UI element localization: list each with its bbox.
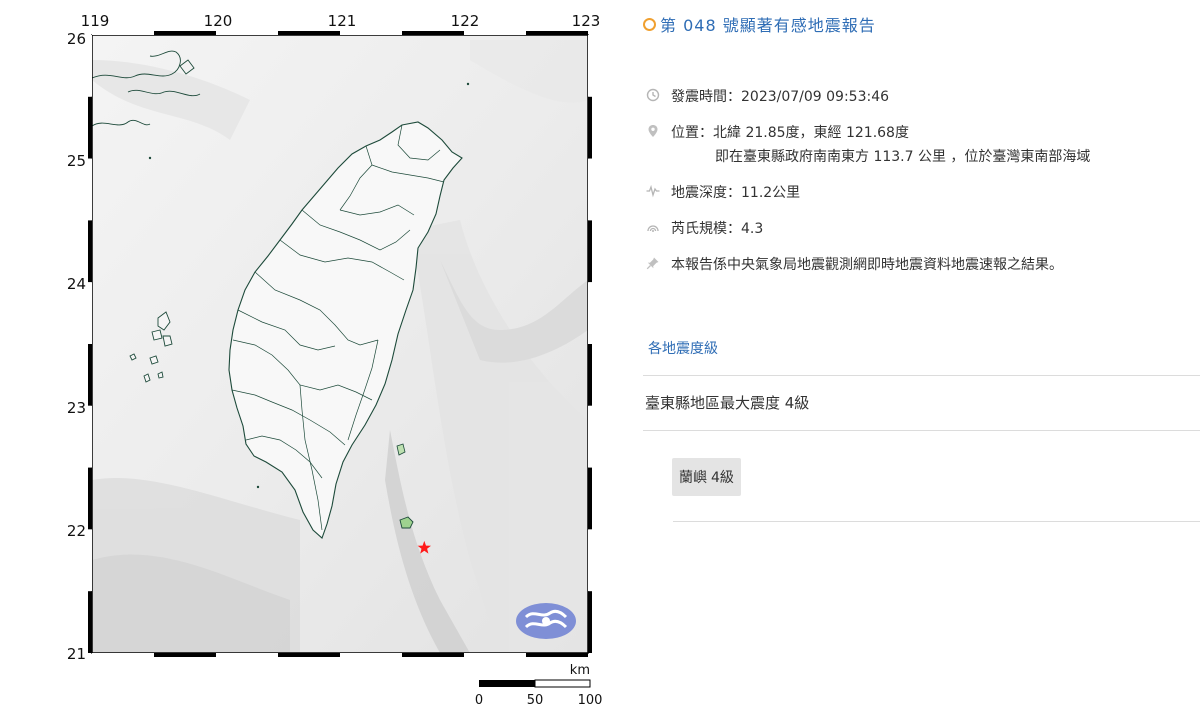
frame-bar xyxy=(88,591,92,653)
local-magnitude: 芮氏規模：4.3 xyxy=(671,221,764,237)
frame-bar xyxy=(88,220,92,283)
report-panel: 第 048 號顯著有感地震報告 發震時間：2023/07/09 09:53:46… xyxy=(643,0,1200,715)
frame-bar xyxy=(340,653,402,657)
pushpin-icon xyxy=(646,256,660,270)
lon-tick-label: 119 xyxy=(81,12,110,30)
frame-bar xyxy=(278,31,340,35)
lat-tick-label: 23 xyxy=(67,399,86,417)
frame-bar xyxy=(588,282,592,344)
frame-bar xyxy=(88,35,92,97)
lon-tick-label: 120 xyxy=(204,12,233,30)
frame-bar xyxy=(92,31,154,35)
intensity-section-link[interactable]: 各地震度級 xyxy=(648,338,718,358)
frame-bar xyxy=(588,529,592,592)
lat-tick-label: 26 xyxy=(67,30,86,48)
frame-bar xyxy=(154,31,216,35)
origin-time: 發震時間：2023/07/09 09:53:46 xyxy=(671,89,890,105)
scale-bar: km 0 50 100 xyxy=(475,663,603,708)
report-title: 第 048 號顯著有感地震報告 xyxy=(660,16,876,35)
frame-bar xyxy=(588,405,592,468)
frame-bar xyxy=(88,529,92,592)
frame-bar xyxy=(588,158,592,221)
location-row: 位置：北緯 21.85度，東經 121.68度 即在臺東縣政府南南東方 113.… xyxy=(643,122,1090,166)
frame-bar xyxy=(154,653,216,657)
station-intensity-badge[interactable]: 蘭嶼 4級 xyxy=(672,458,741,496)
frame-bar xyxy=(92,653,154,657)
scale-unit: km xyxy=(570,663,590,678)
earthquake-map: 119 120 121 122 123 26 25 24 23 22 21 km xyxy=(0,0,620,715)
frame-bar xyxy=(588,467,592,530)
frame-bar xyxy=(588,344,592,406)
lon-tick-label: 121 xyxy=(328,12,357,30)
frame-bar xyxy=(88,467,92,530)
frame-bar xyxy=(216,653,278,657)
frame-bar xyxy=(340,31,402,35)
note-row: 本報告係中央氣象局地震觀測網即時地震資料地震速報之結果。 xyxy=(643,254,1063,274)
focal-depth: 地震深度：11.2公里 xyxy=(671,185,801,201)
epicenter-coordinates: 位置：北緯 21.85度，東經 121.68度 xyxy=(671,125,909,141)
lat-tick-label: 21 xyxy=(67,645,86,663)
frame-bar xyxy=(216,31,278,35)
scale-tick-label: 0 xyxy=(475,693,483,708)
lat-tick-label: 25 xyxy=(67,152,86,170)
seismic-wave-icon xyxy=(646,184,660,198)
origin-time-row: 發震時間：2023/07/09 09:53:46 xyxy=(643,86,889,106)
lon-tick-label: 122 xyxy=(451,12,480,30)
lon-tick-label: 123 xyxy=(572,12,601,30)
frame-bar xyxy=(526,31,588,35)
frame-bar xyxy=(588,96,592,159)
report-title-row: 第 048 號顯著有感地震報告 xyxy=(643,12,876,36)
frame-bar xyxy=(464,31,526,35)
report-note: 本報告係中央氣象局地震觀測網即時地震資料地震速報之結果。 xyxy=(671,257,1063,273)
frame-bar xyxy=(402,31,464,35)
lat-tick-label: 24 xyxy=(67,275,86,293)
frame-bar xyxy=(88,405,92,468)
station-level: 4級 xyxy=(711,470,734,486)
latitude-labels: 26 25 24 23 22 21 xyxy=(67,30,86,663)
frame-bar xyxy=(88,344,92,406)
frame-bar xyxy=(588,220,592,283)
frame-bar xyxy=(526,653,588,657)
scale-tick-label: 50 xyxy=(527,693,544,708)
epicenter-description: 即在臺東縣政府南南東方 113.7 公里 ，位於臺灣東南部海域 xyxy=(715,149,1091,165)
max-intensity-line: 臺東縣地區最大震度 4級 xyxy=(645,394,810,412)
cwb-logo-icon xyxy=(516,603,576,639)
frame-bar xyxy=(588,591,592,653)
frame-bar xyxy=(402,653,464,657)
divider xyxy=(673,521,1200,522)
divider xyxy=(643,375,1200,376)
lat-tick-label: 22 xyxy=(67,522,86,540)
magnitude-icon xyxy=(646,220,660,234)
location-pin-icon xyxy=(646,124,660,138)
frame-bar xyxy=(464,653,526,657)
status-dot-icon xyxy=(643,17,656,31)
frame-bar xyxy=(88,282,92,344)
longitude-labels: 119 120 121 122 123 xyxy=(81,12,601,30)
frame-bar xyxy=(278,653,340,657)
station-name: 蘭嶼 xyxy=(679,470,707,486)
frame-bar xyxy=(88,158,92,221)
frame-bar xyxy=(588,35,592,97)
scale-tick-label: 100 xyxy=(578,693,603,708)
divider xyxy=(643,430,1200,431)
depth-row: 地震深度：11.2公里 xyxy=(643,182,800,202)
clock-icon xyxy=(646,88,660,102)
magnitude-row: 芮氏規模：4.3 xyxy=(643,218,763,238)
frame-bar xyxy=(88,96,92,159)
